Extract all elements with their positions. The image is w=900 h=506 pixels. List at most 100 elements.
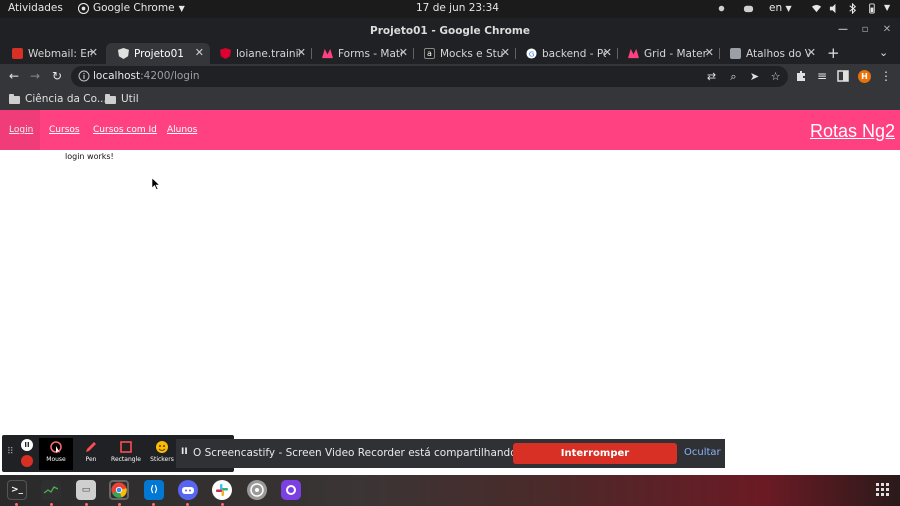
page-content-text: login works! <box>65 152 114 161</box>
nav-link-alunos[interactable]: Alunos <box>167 125 197 135</box>
extensions-icon[interactable] <box>794 69 808 83</box>
mouse-cursor-icon <box>152 178 160 190</box>
url-text[interactable]: localhost:4200/login <box>93 70 200 82</box>
close-window-button[interactable]: ✕ <box>880 23 894 37</box>
nav-link-cursos-com-id[interactable]: Cursos com Id <box>93 125 157 135</box>
chevron-down-icon: ▼ <box>785 4 792 13</box>
profile-avatar[interactable]: H <box>858 70 871 83</box>
side-panel-icon[interactable] <box>836 69 850 83</box>
reload-button[interactable]: ↻ <box>50 69 64 83</box>
bookmark-folder-ciencia[interactable]: Ciência da Co... <box>9 93 107 105</box>
discord-icon[interactable] <box>178 480 198 500</box>
brand-link[interactable]: Rotas Ng2 <box>810 121 895 142</box>
tab-atalhos[interactable]: Atalhos do V ✕ <box>718 43 822 64</box>
chrome-dock-icon[interactable] <box>109 480 129 500</box>
angular-icon <box>220 48 231 59</box>
weather-icon[interactable] <box>716 3 727 14</box>
show-apps-grid-icon[interactable] <box>876 483 889 496</box>
close-icon[interactable]: ✕ <box>807 46 816 59</box>
stop-sharing-button[interactable]: Interromper compartilhamento <box>513 443 677 480</box>
menu-kebab-icon[interactable]: ⋮ <box>879 69 893 83</box>
tab-projeto01[interactable]: Projeto01 ✕ <box>106 43 210 64</box>
back-button[interactable]: ← <box>7 69 21 83</box>
forward-button[interactable]: → <box>28 69 42 83</box>
tab-backend[interactable]: G backend - Pe ✕ <box>514 43 618 64</box>
close-icon[interactable]: ✕ <box>297 46 306 59</box>
url-host: localhost <box>93 70 141 82</box>
system-monitor-icon[interactable] <box>41 480 61 500</box>
language-label: en <box>769 2 783 14</box>
window-title: Projeto01 - Google Chrome <box>370 25 530 37</box>
chrome-icon <box>111 482 127 498</box>
svg-text:G: G <box>529 49 535 58</box>
tool-stickers-button[interactable]: Stickers <box>145 438 179 470</box>
info-icon[interactable] <box>78 70 90 82</box>
terminal-icon[interactable]: >_ <box>7 480 27 500</box>
slack-icon[interactable] <box>212 480 232 500</box>
github-cat-icon <box>286 485 296 495</box>
close-icon[interactable]: ✕ <box>705 46 714 59</box>
wifi-icon[interactable] <box>811 3 822 14</box>
tab-label: backend - Pe <box>542 47 606 60</box>
tab-webmail[interactable]: Webmail: En ✕ <box>0 43 104 64</box>
close-icon[interactable]: ✕ <box>399 46 408 59</box>
tab-search-button[interactable]: ⌄ <box>879 46 888 59</box>
vscode-icon[interactable]: ⟨⟩ <box>144 480 164 500</box>
language-selector[interactable]: en ▼ <box>769 2 792 14</box>
reading-list-icon[interactable]: ≡ <box>815 69 829 83</box>
files-icon[interactable]: ▭ <box>76 480 96 500</box>
activities-button[interactable]: Atividades <box>8 2 63 14</box>
close-icon[interactable]: ✕ <box>603 46 612 59</box>
bluetooth-icon[interactable] <box>847 3 858 14</box>
bookmark-star-icon[interactable]: ☆ <box>769 70 782 83</box>
app-menu[interactable]: Google Chrome ▼ <box>78 2 185 14</box>
share-message: O Screencastify - Screen Video Recorder … <box>193 447 566 459</box>
tab-grid-material[interactable]: Grid - Materi ✕ <box>616 43 720 64</box>
pause-icon: II <box>181 447 188 457</box>
tool-rectangle-button[interactable]: Rectangle <box>109 438 143 470</box>
translate-icon[interactable]: ⇄ <box>705 70 718 83</box>
zoom-icon[interactable]: ⌕ <box>727 70 740 83</box>
bookmark-label: Ciência da Co... <box>25 93 107 105</box>
url-path: :4200/login <box>140 70 200 82</box>
address-bar[interactable]: localhost:4200/login ⇄ ⌕ ➤ ☆ <box>71 66 788 87</box>
minimize-button[interactable]: — <box>836 23 850 37</box>
tab-loiane[interactable]: loiane.trainin ✕ <box>208 43 312 64</box>
maximize-button[interactable]: ▫ <box>858 23 872 37</box>
chart-line-icon <box>44 486 58 494</box>
page-icon <box>730 48 741 59</box>
close-icon[interactable]: ✕ <box>501 46 510 59</box>
pen-icon <box>86 442 96 452</box>
github-desktop-icon[interactable] <box>281 480 301 500</box>
tool-mouse-button[interactable]: Mouse <box>39 438 73 470</box>
tab-label: Webmail: En <box>28 47 92 60</box>
hide-button[interactable]: Ocultar <box>684 447 721 458</box>
tool-pen-button[interactable]: Pen <box>74 438 108 470</box>
window-titlebar[interactable]: Projeto01 - Google Chrome — ▫ ✕ <box>0 18 900 43</box>
browser-toolbar: ← → ↻ localhost:4200/login ⇄ ⌕ ➤ ☆ ≡ H ⋮ <box>0 64 900 89</box>
battery-icon[interactable] <box>866 3 877 14</box>
alura-icon: a <box>424 48 435 59</box>
send-icon[interactable]: ➤ <box>748 70 761 83</box>
chevron-down-icon[interactable]: ▼ <box>884 3 890 12</box>
disks-icon[interactable] <box>247 480 267 500</box>
bookmark-folder-util[interactable]: Util <box>105 93 139 105</box>
tab-mocks-stubs[interactable]: a Mocks e Stub ✕ <box>412 43 516 64</box>
app-navbar: Login Cursos Cursos com Id Alunos Rotas … <box>0 110 900 150</box>
stop-recording-button[interactable] <box>21 455 33 467</box>
discord-tray-icon[interactable] <box>743 3 754 14</box>
tab-forms-material[interactable]: Forms - Mate ✕ <box>310 43 414 64</box>
close-icon[interactable]: ✕ <box>195 46 204 59</box>
pause-recording-button[interactable]: II <box>21 439 33 451</box>
chevron-down-icon: ▼ <box>178 3 185 13</box>
close-icon[interactable]: ✕ <box>89 46 98 59</box>
tool-label: Mouse <box>46 456 66 463</box>
material-icon <box>322 48 333 59</box>
drag-handle-icon[interactable]: ⠿ <box>7 447 14 457</box>
tool-label: Stickers <box>150 456 174 463</box>
slack-logo-icon <box>216 484 228 496</box>
new-tab-button[interactable]: + <box>827 44 840 62</box>
volume-icon[interactable] <box>829 3 840 14</box>
nav-link-cursos[interactable]: Cursos <box>49 125 80 135</box>
clock[interactable]: 17 de jun 23:34 <box>416 2 499 14</box>
